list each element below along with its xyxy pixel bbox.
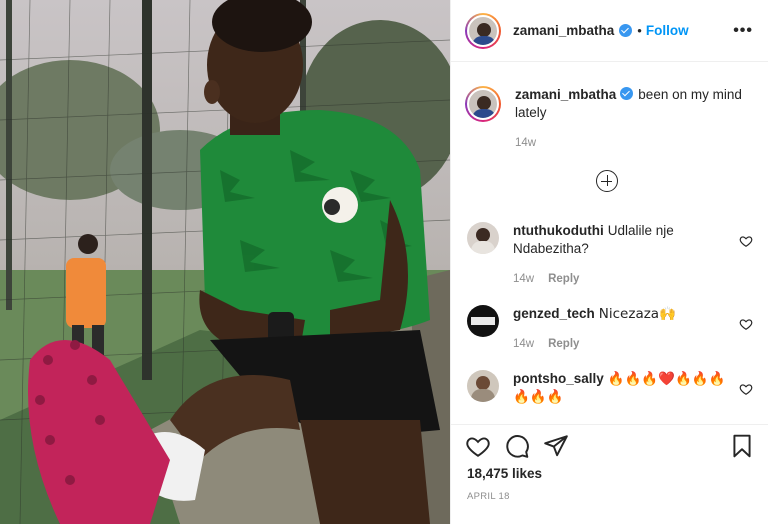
comment-text: Nicezaza🙌: [598, 306, 676, 322]
bookmark-icon[interactable]: [729, 433, 755, 459]
separator-dot: •: [637, 23, 642, 38]
post-panel: zamani_mbatha • Follow ••• zamani_mbatha…: [450, 0, 768, 524]
reply-button[interactable]: Reply: [548, 273, 579, 285]
comment-item: genzed_tech Nicezaza🙌 14w Reply: [467, 305, 757, 353]
follow-button[interactable]: Follow: [646, 23, 689, 38]
comment-meta: 14w Reply: [513, 270, 743, 288]
like-comment-heart-icon[interactable]: [739, 234, 753, 248]
comment-body: ntuthukoduthi Udlalile nje Ndabezitha? 14…: [513, 222, 743, 288]
comment-time[interactable]: 14w: [513, 273, 534, 285]
comment-body: genzed_tech Nicezaza🙌 14w Reply: [513, 305, 743, 353]
verified-badge-icon: [620, 87, 634, 100]
likes-count[interactable]: 18,475 likes: [467, 466, 542, 481]
caption-username[interactable]: zamani_mbatha: [515, 87, 616, 102]
like-comment-heart-icon[interactable]: [739, 317, 753, 331]
post-date[interactable]: APRIL 18: [467, 491, 510, 502]
comment-icon[interactable]: [504, 433, 530, 459]
post-header: zamani_mbatha • Follow •••: [451, 0, 768, 62]
comment-username[interactable]: pontsho_sally: [513, 371, 604, 386]
author-avatar[interactable]: [465, 12, 501, 49]
commenter-avatar[interactable]: [467, 222, 499, 254]
heart-icon[interactable]: [465, 433, 491, 459]
more-options-icon[interactable]: •••: [733, 22, 753, 40]
caption-body: zamani_mbatha been on my mind lately 14w: [515, 86, 745, 152]
caption-avatar[interactable]: [465, 86, 501, 122]
comment-username[interactable]: genzed_tech: [513, 306, 595, 321]
comment-item: pontsho_sally 🔥🔥🔥❤️🔥🔥🔥 🔥🔥🔥: [467, 370, 757, 406]
share-icon[interactable]: [543, 433, 569, 459]
comment-meta: 14w Reply: [513, 335, 743, 353]
like-comment-heart-icon[interactable]: [739, 382, 753, 396]
verified-badge-icon: [619, 24, 633, 37]
photo-illustration: [0, 0, 450, 524]
comments-section: zamani_mbatha been on my mind lately 14w …: [451, 62, 768, 424]
comment-username[interactable]: ntuthukoduthi: [513, 223, 604, 238]
caption-time[interactable]: 14w: [515, 134, 745, 152]
plus-circle-icon[interactable]: [596, 170, 618, 192]
commenter-avatar[interactable]: [467, 305, 499, 337]
post-caption: zamani_mbatha been on my mind lately 14w: [465, 86, 753, 152]
reply-button[interactable]: Reply: [548, 338, 579, 350]
commenter-avatar[interactable]: [467, 370, 499, 402]
comment-time[interactable]: 14w: [513, 338, 534, 350]
author-username[interactable]: zamani_mbatha: [513, 23, 614, 38]
post-actions: 18,475 likes APRIL 18: [451, 424, 768, 524]
comment-body: pontsho_sally 🔥🔥🔥❤️🔥🔥🔥 🔥🔥🔥: [513, 370, 743, 406]
post-photo[interactable]: [0, 0, 450, 524]
comment-item: ntuthukoduthi Udlalile nje Ndabezitha? 14…: [467, 222, 757, 288]
save-button[interactable]: [729, 433, 755, 459]
action-icons: [465, 433, 569, 459]
